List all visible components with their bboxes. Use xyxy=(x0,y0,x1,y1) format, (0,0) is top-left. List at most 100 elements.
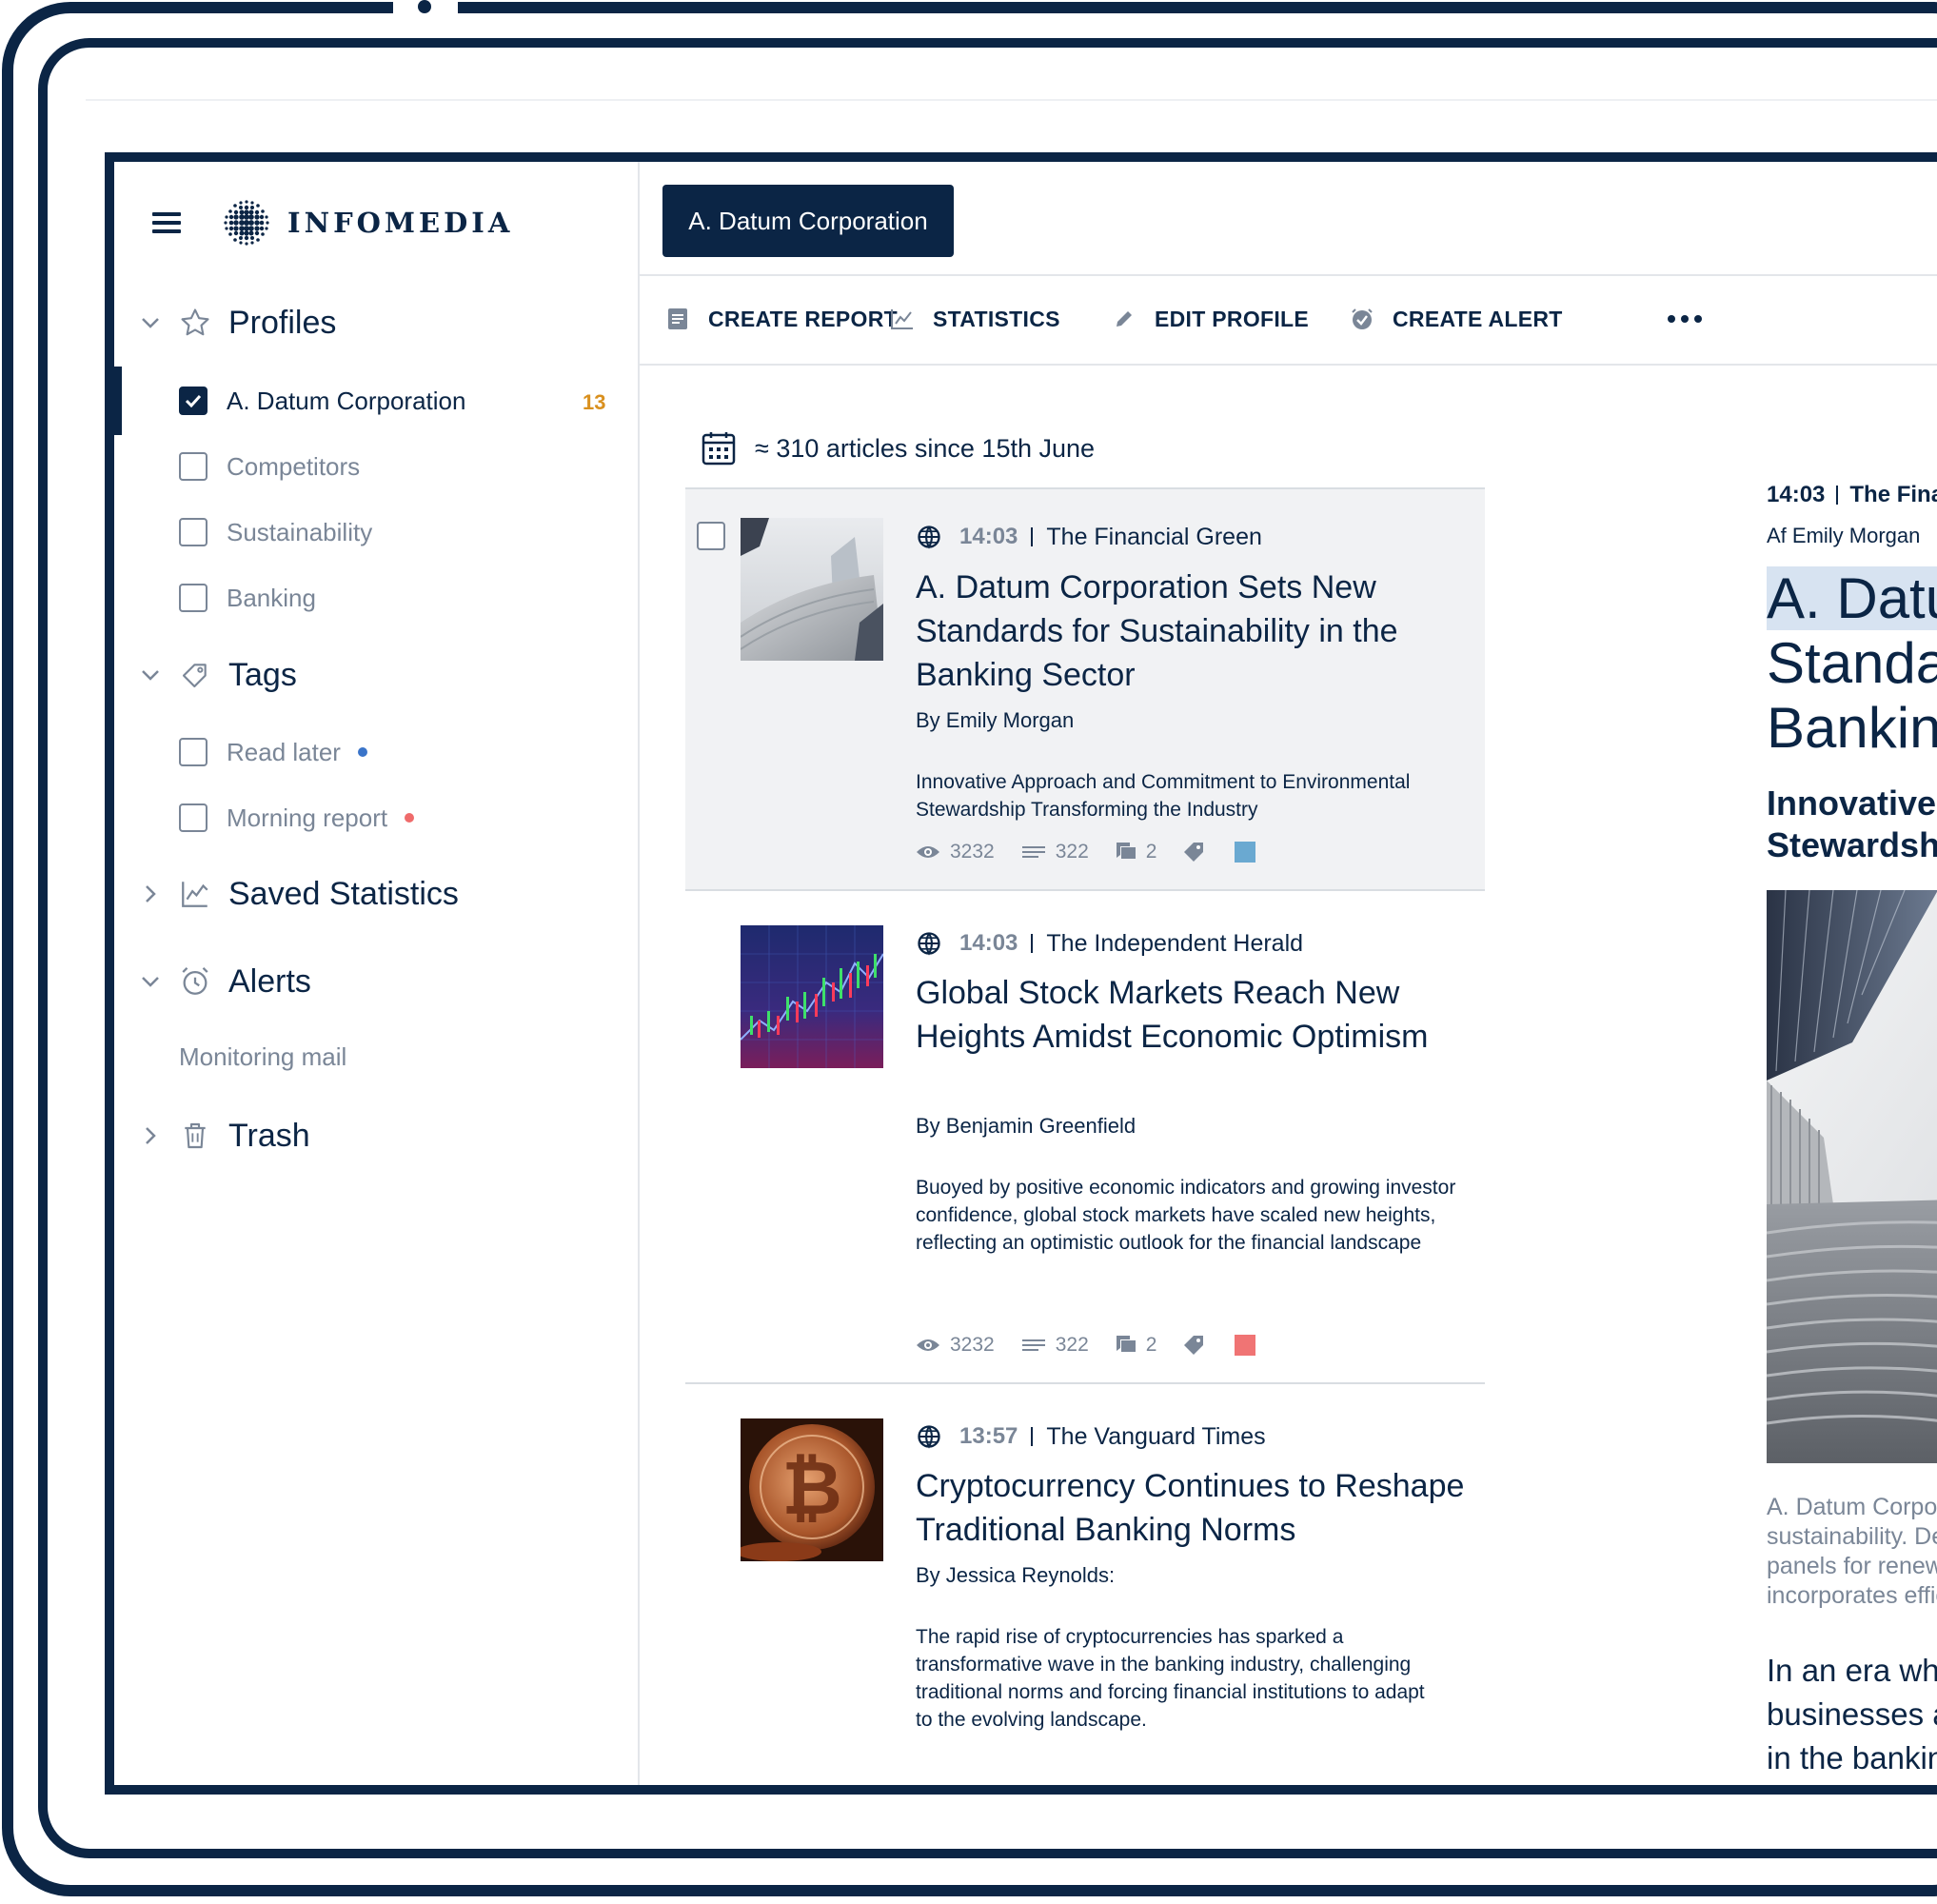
reader-title-line: A. Datum Co xyxy=(1767,566,1937,630)
article-meta: 14:03 The Independent Herald xyxy=(916,927,1303,960)
eye-icon xyxy=(916,1337,940,1354)
reader-time: 14:03 xyxy=(1767,482,1826,507)
more-options-button[interactable] xyxy=(1668,274,1702,364)
create-alert-button[interactable]: CREATE ALERT xyxy=(1349,274,1563,364)
infomedia-logo-icon xyxy=(224,200,269,246)
article-summary: Innovative Approach and Commitment to En… xyxy=(916,771,1411,821)
app-screen: INFOMEDIA Profiles A. Datum Corporation … xyxy=(105,152,1937,1795)
toolbar: CREATE REPORT STATISTICS EDIT PROFILE CR… xyxy=(640,274,1937,366)
reader-body-line: businesses across xyxy=(1767,1696,1937,1732)
reader-source: The Financial Gree xyxy=(1849,482,1937,507)
hamburger-menu-icon[interactable] xyxy=(152,212,181,233)
alarm-check-icon xyxy=(1349,306,1375,332)
profile-item-competitors[interactable]: Competitors xyxy=(179,446,360,487)
line-chart-icon xyxy=(177,876,213,912)
article-byline: By Jessica Reynolds: xyxy=(916,1563,1116,1587)
device-camera xyxy=(418,0,431,13)
profiles-section-header[interactable]: Profiles xyxy=(139,299,336,347)
article-card[interactable]: ₿ 13:57 The Vanguard Times Cryptocurrenc… xyxy=(685,1384,1487,1785)
reader-meta: 14:03 The Financial Gree xyxy=(1767,482,1937,508)
profile-item-label: Sustainability xyxy=(227,517,373,546)
reader-author: Af Emily Morgan xyxy=(1767,524,1921,547)
meta-divider xyxy=(1031,934,1034,953)
article-headline[interactable]: Global Stock Markets Reach New Heights A… xyxy=(916,971,1468,1059)
tags-section-header[interactable]: Tags xyxy=(139,651,297,699)
brand: INFOMEDIA xyxy=(152,194,513,251)
tag-checkbox[interactable] xyxy=(179,738,208,766)
profile-item-label: Banking xyxy=(227,583,316,612)
alerts-label: Alerts xyxy=(228,962,311,1000)
article-time: 14:03 xyxy=(959,930,1018,956)
comments-count: 2 xyxy=(1145,841,1157,863)
comments-icon xyxy=(1116,842,1137,863)
text-lines-icon xyxy=(1021,1339,1046,1352)
article-source: The Vanguard Times xyxy=(1046,1422,1266,1450)
calendar-icon xyxy=(702,432,736,466)
trash-icon xyxy=(177,1118,213,1154)
reader-caption-line: panels for renewable ene xyxy=(1767,1553,1937,1579)
article-headline[interactable]: Cryptocurrency Continues to Reshape Trad… xyxy=(916,1464,1487,1552)
saved-statistics-section-header[interactable]: Saved Statistics xyxy=(139,870,459,918)
svg-text:₿: ₿ xyxy=(781,1446,842,1532)
globe-icon xyxy=(918,1425,940,1449)
tag-checkbox[interactable] xyxy=(179,803,208,832)
reader-title-line: Standards f xyxy=(1767,631,1937,695)
tag-stat[interactable] xyxy=(1183,1335,1214,1356)
words-stat: 322 xyxy=(1021,841,1089,863)
profile-item-a-datum[interactable]: A. Datum Corporation xyxy=(179,380,465,422)
chevron-right-icon[interactable] xyxy=(139,883,162,905)
article-stats: 3232 322 2 xyxy=(916,1331,1256,1359)
profile-checkbox-checked[interactable] xyxy=(179,387,208,415)
trash-label: Trash xyxy=(228,1117,310,1154)
tag-item-read-later[interactable]: Read later xyxy=(179,731,367,773)
article-summary: The rapid rise of cryptocurrencies has s… xyxy=(916,1626,1425,1731)
statistics-label: STATISTICS xyxy=(933,306,1060,331)
create-report-button[interactable]: CREATE REPORT xyxy=(664,274,898,364)
chevron-down-icon[interactable] xyxy=(139,970,162,993)
article-card[interactable]: 14:03 The Independent Herald Global Stoc… xyxy=(685,891,1485,1382)
article-meta: 13:57 The Vanguard Times xyxy=(916,1420,1266,1453)
statistics-button[interactable]: STATISTICS xyxy=(889,274,1060,364)
edit-profile-label: EDIT PROFILE xyxy=(1155,306,1310,331)
profile-checkbox[interactable] xyxy=(179,452,208,481)
meta-divider xyxy=(1031,527,1034,546)
profile-checkbox[interactable] xyxy=(179,518,208,546)
article-time: 13:57 xyxy=(959,1423,1018,1449)
tag-color-square xyxy=(1235,1335,1256,1356)
article-headline[interactable]: A. Datum Corporation Sets New Standards … xyxy=(916,565,1468,697)
article-count-text: ≈ 310 articles since 15th June xyxy=(755,433,1096,463)
reader-title-line: Banking Sec xyxy=(1767,696,1937,760)
views-count: 3232 xyxy=(950,841,995,863)
article-source: The Financial Green xyxy=(1046,523,1262,550)
chevron-right-icon[interactable] xyxy=(139,1124,162,1147)
reader-title: A. Datum Co Standards f Banking Sec xyxy=(1767,566,1937,761)
profile-item-sustainability[interactable]: Sustainability xyxy=(179,511,372,553)
article-thumbnail-architecture xyxy=(741,518,883,661)
alert-item-label: Monitoring mail xyxy=(179,1041,347,1071)
alert-item-monitoring-mail[interactable]: Monitoring mail xyxy=(179,1036,346,1078)
trash-section-header[interactable]: Trash xyxy=(139,1112,310,1160)
article-thumbnail-stock-chart xyxy=(741,925,883,1068)
article-card[interactable]: 14:03 The Financial Green A. Datum Corpo… xyxy=(685,489,1485,889)
report-icon xyxy=(664,306,691,332)
chevron-down-icon[interactable] xyxy=(139,311,162,334)
alerts-section-header[interactable]: Alerts xyxy=(139,958,311,1005)
chevron-down-icon[interactable] xyxy=(139,664,162,686)
article-time: 14:03 xyxy=(959,524,1018,549)
edit-profile-button[interactable]: EDIT PROFILE xyxy=(1111,274,1309,364)
tags-label: Tags xyxy=(228,656,297,693)
profile-tab-active[interactable]: A. Datum Corporation xyxy=(662,185,954,257)
tag-item-morning-report[interactable]: Morning report xyxy=(179,797,415,839)
reader-hero-image xyxy=(1767,890,1937,1463)
profile-item-label: A. Datum Corporation xyxy=(227,386,466,415)
tag-color-square xyxy=(1235,842,1256,863)
profile-checkbox[interactable] xyxy=(179,584,208,612)
tag-item-label: Read later xyxy=(227,737,341,766)
reader-body-line: In an era where sus xyxy=(1767,1653,1937,1688)
active-indicator xyxy=(114,367,122,435)
tag-stat[interactable] xyxy=(1183,842,1214,863)
article-select-checkbox[interactable] xyxy=(697,522,725,550)
comments-stat: 2 xyxy=(1116,841,1157,863)
profile-item-banking[interactable]: Banking xyxy=(179,577,316,619)
tag-icon xyxy=(177,657,213,693)
